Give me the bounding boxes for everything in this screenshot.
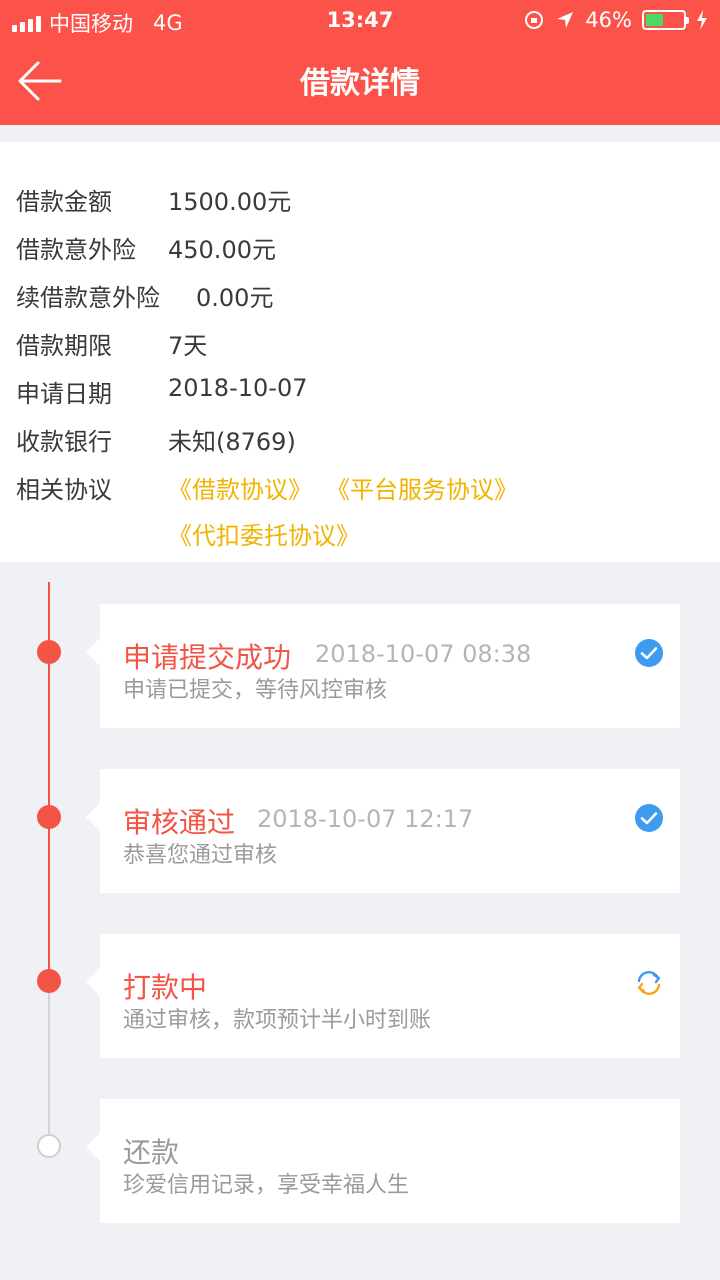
- amount-value: 1500.00元: [168, 188, 292, 216]
- term-row: 借款期限 7天: [16, 326, 207, 361]
- step-title: 打款中: [123, 971, 208, 1004]
- renew-insurance-row: 续借款意外险 0.00元: [16, 278, 273, 313]
- step-desc: 珍爱信用记录，享受幸福人生: [123, 1173, 410, 1198]
- step-title: 审核通过: [123, 806, 236, 839]
- insurance-label: 借款意外险: [16, 236, 136, 264]
- timeline-dot-submitted: [37, 640, 61, 664]
- status-bar: 中国移动 4G 13:47 46%: [0, 0, 720, 40]
- date-value: 2018-10-07: [168, 374, 308, 402]
- agreements-label: 相关协议: [16, 476, 112, 504]
- term-label: 借款期限: [16, 332, 112, 360]
- step-card-submitted: 申请提交成功 2018-10-07 08:38 申请已提交，等待风控审核: [86, 604, 680, 728]
- timeline-dot-repay: [37, 1134, 61, 1158]
- loan-info-card: 借款金额 1500.00元 借款意外险 450.00元 续借款意外险 0.00元…: [0, 142, 720, 562]
- check-circle-icon: [635, 639, 663, 667]
- agreements-row-2: 《代扣委托协议》: [168, 516, 360, 551]
- step-desc: 恭喜您通过审核: [123, 843, 278, 868]
- bank-label: 收款银行: [16, 428, 112, 456]
- refresh-icon: [637, 971, 661, 995]
- progress-timeline: 申请提交成功 2018-10-07 08:38 申请已提交，等待风控审核 审核通…: [0, 562, 720, 1280]
- term-value: 7天: [168, 332, 208, 360]
- battery-icon: [642, 10, 689, 30]
- step-title: 还款: [123, 1136, 180, 1169]
- page-title: 借款详情: [300, 66, 420, 101]
- loan-agreement-link[interactable]: 《借款协议》: [168, 470, 312, 505]
- debit-agreement-link[interactable]: 《代扣委托协议》: [168, 516, 360, 551]
- date-label: 申请日期: [16, 380, 112, 408]
- step-card-repay: 还款 珍爱信用记录，享受幸福人生: [86, 1099, 680, 1223]
- battery-percent: 46%: [585, 8, 632, 32]
- renew-insurance-label: 续借款意外险: [16, 284, 160, 312]
- location-arrow-icon: [557, 12, 574, 28]
- timeline-dot-disbursing: [37, 969, 61, 993]
- timeline-dot-approved: [37, 805, 61, 829]
- step-desc: 申请已提交，等待风控审核: [123, 678, 388, 703]
- header-bar: 中国移动 4G 13:47 46% 借款详情: [0, 0, 720, 125]
- step-card-approved: 审核通过 2018-10-07 12:17 恭喜您通过审核: [86, 769, 680, 893]
- agreements-row: 相关协议 《借款协议》 《平台服务协议》: [16, 470, 518, 505]
- step-title: 申请提交成功: [123, 641, 292, 674]
- amount-label: 借款金额: [16, 188, 112, 216]
- step-time: 2018-10-07 12:17: [257, 805, 474, 833]
- check-circle-icon: [635, 804, 663, 832]
- bank-value: 未知(8769): [168, 428, 296, 456]
- insurance-row: 借款意外险 450.00元: [16, 230, 276, 265]
- insurance-value: 450.00元: [168, 236, 276, 264]
- date-row: 申请日期 2018-10-07: [16, 374, 307, 409]
- step-desc: 通过审核，款项预计半小时到账: [123, 1008, 432, 1033]
- timeline-line-inactive: [48, 982, 50, 1144]
- step-card-disbursing: 打款中 通过审核，款项预计半小时到账: [86, 934, 680, 1058]
- bank-row: 收款银行 未知(8769): [16, 422, 296, 457]
- step-time: 2018-10-07 08:38: [315, 640, 532, 668]
- renew-insurance-value: 0.00元: [196, 284, 274, 312]
- rotation-lock-icon: [525, 11, 544, 29]
- charging-bolt-icon: [697, 10, 707, 30]
- service-agreement-link[interactable]: 《平台服务协议》: [326, 470, 518, 505]
- amount-row: 借款金额 1500.00元: [16, 182, 291, 217]
